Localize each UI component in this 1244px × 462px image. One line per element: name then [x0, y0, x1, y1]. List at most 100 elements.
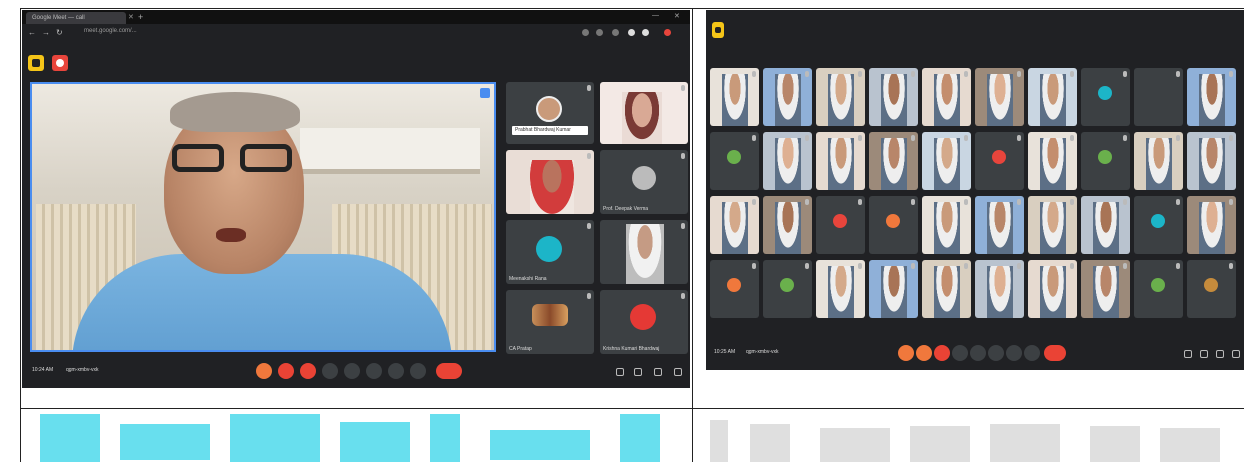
- participant-tile[interactable]: [710, 196, 759, 254]
- raise-hand-icon[interactable]: [344, 363, 360, 379]
- participant-tile[interactable]: [1081, 260, 1130, 318]
- forward-icon[interactable]: →: [42, 28, 50, 37]
- participant-tile[interactable]: [763, 68, 812, 126]
- minimize-icon[interactable]: —: [652, 12, 659, 19]
- extension-icon[interactable]: [612, 29, 619, 36]
- close-tab-icon[interactable]: ✕: [128, 13, 134, 21]
- participant-tile[interactable]: [922, 196, 971, 254]
- people-icon[interactable]: [634, 368, 642, 376]
- participant-tile[interactable]: [600, 220, 688, 284]
- extension-icon[interactable]: [642, 29, 649, 36]
- mic-icon[interactable]: [898, 345, 914, 361]
- raise-hand-icon[interactable]: [970, 345, 986, 361]
- participant-tile[interactable]: Prabhat Bhardwaj Kumar: [506, 82, 594, 144]
- participant-name: Krishna Kumari Bhardwaj: [603, 346, 660, 352]
- activities-icon[interactable]: [1232, 350, 1240, 358]
- participant-tile[interactable]: Prof. Deepak Verma: [600, 150, 688, 214]
- participant-tile[interactable]: [1081, 196, 1130, 254]
- camera-icon[interactable]: [278, 363, 294, 379]
- logo-shape: [490, 430, 590, 460]
- extension-icon[interactable]: [596, 29, 603, 36]
- participant-tile[interactable]: [869, 132, 918, 190]
- extension-icon[interactable]: [628, 29, 635, 36]
- participant-tile[interactable]: [1187, 260, 1236, 318]
- participant-tile[interactable]: [869, 260, 918, 318]
- back-icon[interactable]: ←: [28, 28, 36, 37]
- present-icon[interactable]: [988, 345, 1004, 361]
- mic-icon[interactable]: [256, 363, 272, 379]
- participant-tile[interactable]: [922, 68, 971, 126]
- participant-tile[interactable]: [1134, 260, 1183, 318]
- people-icon[interactable]: [1200, 350, 1208, 358]
- participant-tile[interactable]: CA Pratap: [506, 290, 594, 354]
- participant-tile[interactable]: [710, 260, 759, 318]
- more-icon[interactable]: [410, 363, 426, 379]
- info-icon[interactable]: [616, 368, 624, 376]
- participant-tile[interactable]: [1028, 196, 1077, 254]
- participant-tile[interactable]: [1134, 196, 1183, 254]
- participant-tile[interactable]: [816, 68, 865, 126]
- participant-tile[interactable]: [975, 68, 1024, 126]
- participant-tile[interactable]: [1028, 68, 1077, 126]
- main-speaker-video[interactable]: [30, 82, 496, 352]
- end-call-icon[interactable]: [436, 363, 462, 379]
- participant-tile[interactable]: [1028, 260, 1077, 318]
- mic-icon: [1070, 199, 1074, 205]
- participant-tile[interactable]: [869, 196, 918, 254]
- chat-icon[interactable]: [1216, 350, 1224, 358]
- participant-tile[interactable]: [1028, 132, 1077, 190]
- participant-tile[interactable]: Meenakshi Rana: [506, 220, 594, 284]
- participant-tile[interactable]: [975, 260, 1024, 318]
- participant-tile[interactable]: [1187, 68, 1236, 126]
- meeting-code: qgm-xmbv-vxk: [66, 367, 99, 373]
- participant-tile[interactable]: [763, 132, 812, 190]
- participant-tile[interactable]: [816, 132, 865, 190]
- participant-tile[interactable]: Krishna Kumari Bhardwaj: [600, 290, 688, 354]
- camera-icon[interactable]: [916, 345, 932, 361]
- profile-avatar[interactable]: [664, 29, 671, 36]
- participant-tile[interactable]: [1081, 68, 1130, 126]
- close-window-icon[interactable]: ✕: [674, 12, 680, 20]
- pin-icon[interactable]: [480, 88, 490, 98]
- participant-tile[interactable]: [975, 132, 1024, 190]
- participant-tile[interactable]: [922, 260, 971, 318]
- chat-icon[interactable]: [654, 368, 662, 376]
- participant-tile[interactable]: [1187, 132, 1236, 190]
- participant-tile[interactable]: [816, 196, 865, 254]
- record-icon[interactable]: [934, 345, 950, 361]
- caption-icon[interactable]: [952, 345, 968, 361]
- end-call-icon[interactable]: [1044, 345, 1066, 361]
- mic-icon: [1070, 71, 1074, 77]
- activities-icon[interactable]: [674, 368, 682, 376]
- participant-tile[interactable]: [763, 260, 812, 318]
- new-tab-icon[interactable]: +: [138, 12, 143, 22]
- present-icon[interactable]: [366, 363, 382, 379]
- info-icon[interactable]: [1184, 350, 1192, 358]
- record-icon[interactable]: [300, 363, 316, 379]
- participant-tile[interactable]: [975, 196, 1024, 254]
- participant-tile[interactable]: [1187, 196, 1236, 254]
- more-icon[interactable]: [1024, 345, 1040, 361]
- participant-tile[interactable]: [600, 82, 688, 144]
- caption-icon[interactable]: [322, 363, 338, 379]
- emoji-icon[interactable]: [388, 363, 404, 379]
- participant-tile[interactable]: [710, 68, 759, 126]
- mic-icon: [1229, 135, 1233, 141]
- url-field[interactable]: meet.google.com/...: [84, 28, 137, 34]
- reload-icon[interactable]: ↻: [56, 28, 63, 37]
- participant-tile[interactable]: [869, 68, 918, 126]
- emoji-icon[interactable]: [1006, 345, 1022, 361]
- mic-icon: [858, 199, 862, 205]
- participant-tile[interactable]: [506, 150, 594, 214]
- participant-tile[interactable]: [710, 132, 759, 190]
- participant-name: Meenakshi Rana: [509, 276, 547, 282]
- participant-tile[interactable]: [922, 132, 971, 190]
- participant-tile[interactable]: [1134, 132, 1183, 190]
- participant-video: [987, 202, 1013, 254]
- extension-icon[interactable]: [582, 29, 589, 36]
- participant-tile[interactable]: [816, 260, 865, 318]
- participant-tile[interactable]: [1134, 68, 1183, 126]
- participant-tile[interactable]: [763, 196, 812, 254]
- participant-tile[interactable]: [1081, 132, 1130, 190]
- browser-tab[interactable]: Google Meet — call: [26, 12, 126, 24]
